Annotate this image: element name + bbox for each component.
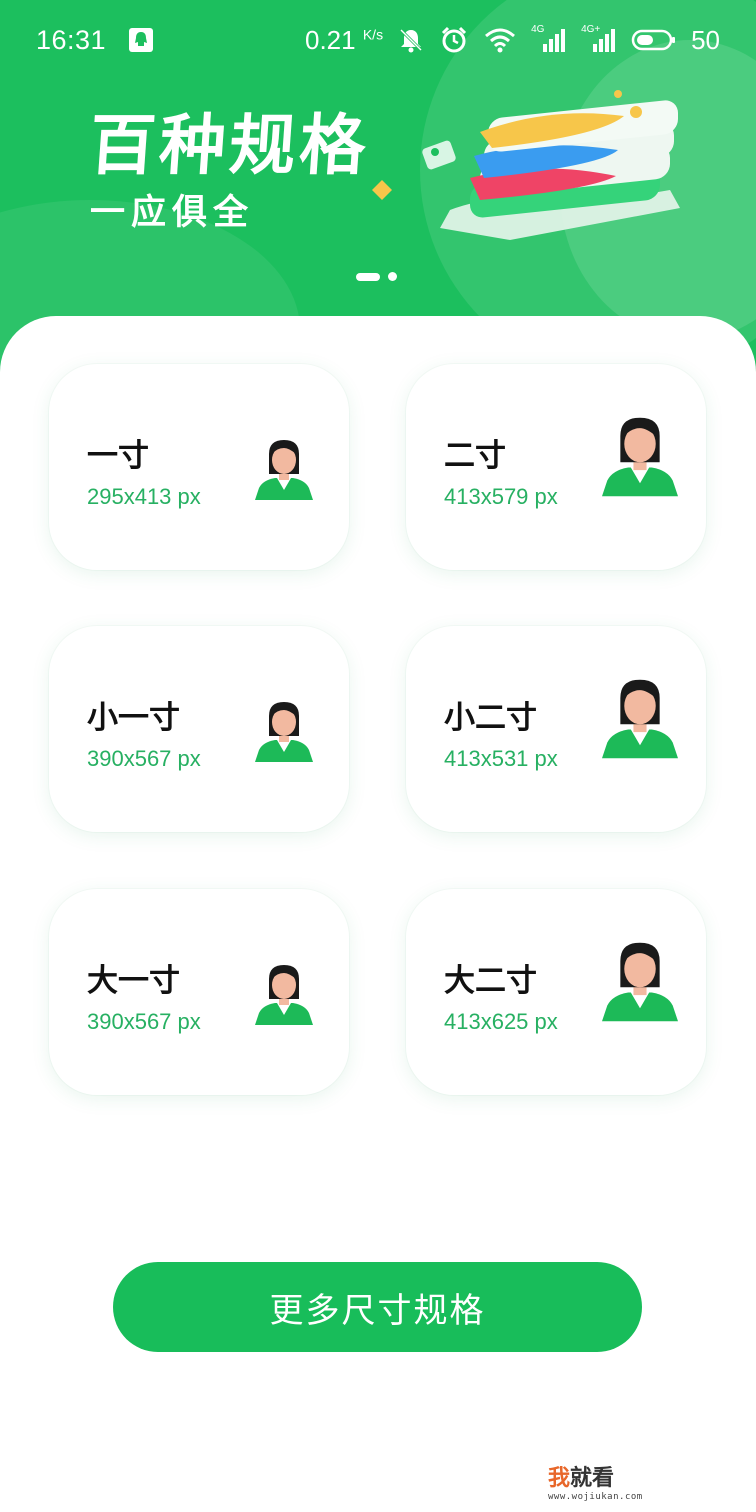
- size-card-small-1inch[interactable]: 小一寸 390x567 px: [49, 626, 349, 832]
- signal-bars-icon: [593, 29, 616, 52]
- avatar-icon: [255, 440, 313, 500]
- signal-strength-1: 4G: [531, 24, 567, 54]
- battery-icon: [631, 29, 676, 51]
- signal-bars-icon: [543, 29, 566, 52]
- avatar-icon: [255, 965, 313, 1025]
- size-card-name: 一寸: [87, 438, 149, 474]
- watermark: 我就看 www.wojiukan.com: [548, 1460, 658, 1502]
- size-card-dims: 413x625 px: [444, 1009, 558, 1034]
- more-sizes-button[interactable]: 更多尺寸规格: [113, 1262, 642, 1352]
- network-speed-value: 0.21: [305, 24, 356, 55]
- size-card-dims: 295x413 px: [87, 484, 201, 509]
- network-speed: 0.21 K/s: [305, 25, 383, 56]
- pager-dot-active[interactable]: [356, 272, 380, 281]
- size-card-dims: 390x567 px: [87, 1009, 201, 1034]
- watermark-url: www.wojiukan.com: [548, 1492, 643, 1502]
- status-time: 16:31: [36, 24, 107, 55]
- size-card-name: 二寸: [444, 438, 506, 474]
- battery-percent: 50: [691, 24, 720, 55]
- stacked-photos-illustration: [372, 90, 680, 240]
- avatar-icon: [255, 702, 313, 762]
- status-bar: 16:31 0.21 K/s 4G 4G+ 50: [0, 0, 756, 80]
- bell-muted-icon: [400, 28, 423, 53]
- avatar-icon: [602, 417, 678, 497]
- size-card-name: 小二寸: [444, 700, 537, 736]
- network-speed-unit: K/s: [362, 25, 384, 42]
- photo-tag-icon: [422, 140, 456, 170]
- size-card-dims: 413x531 px: [444, 746, 558, 771]
- size-card-large-2inch[interactable]: 大二寸 413x625 px: [406, 889, 706, 1095]
- size-card-name: 大一寸: [87, 963, 180, 999]
- watermark-rest: 就看: [570, 1466, 615, 1491]
- size-card-dims: 413x579 px: [444, 484, 558, 509]
- size-card-large-1inch[interactable]: 大一寸 390x567 px: [49, 889, 349, 1095]
- wifi-icon: [485, 28, 516, 53]
- size-card-dims: 390x567 px: [87, 746, 201, 771]
- banner-title: 百种规格: [86, 107, 373, 184]
- watermark-logo: 我就看: [548, 1460, 658, 1492]
- qq-notification-icon: [129, 28, 154, 52]
- avatar-icon: [602, 679, 678, 759]
- size-card-1inch[interactable]: 一寸 295x413 px: [49, 364, 349, 570]
- banner-pager: [356, 272, 397, 281]
- avatar-icon: [602, 942, 678, 1022]
- size-card-2inch[interactable]: 二寸 413x579 px: [406, 364, 706, 570]
- watermark-accent: 我: [548, 1466, 571, 1491]
- size-card-name: 大二寸: [444, 963, 537, 999]
- banner-subtitle: 一应俱全: [90, 193, 255, 233]
- pager-dot[interactable]: [388, 272, 397, 281]
- signal-strength-2: 4G+: [581, 24, 617, 54]
- status-indicators: 0.21 K/s 4G 4G+ 50: [305, 24, 720, 56]
- size-card-small-2inch[interactable]: 小二寸 413x531 px: [406, 626, 706, 832]
- size-card-name: 小一寸: [87, 700, 180, 736]
- alarm-clock-icon: [442, 26, 467, 53]
